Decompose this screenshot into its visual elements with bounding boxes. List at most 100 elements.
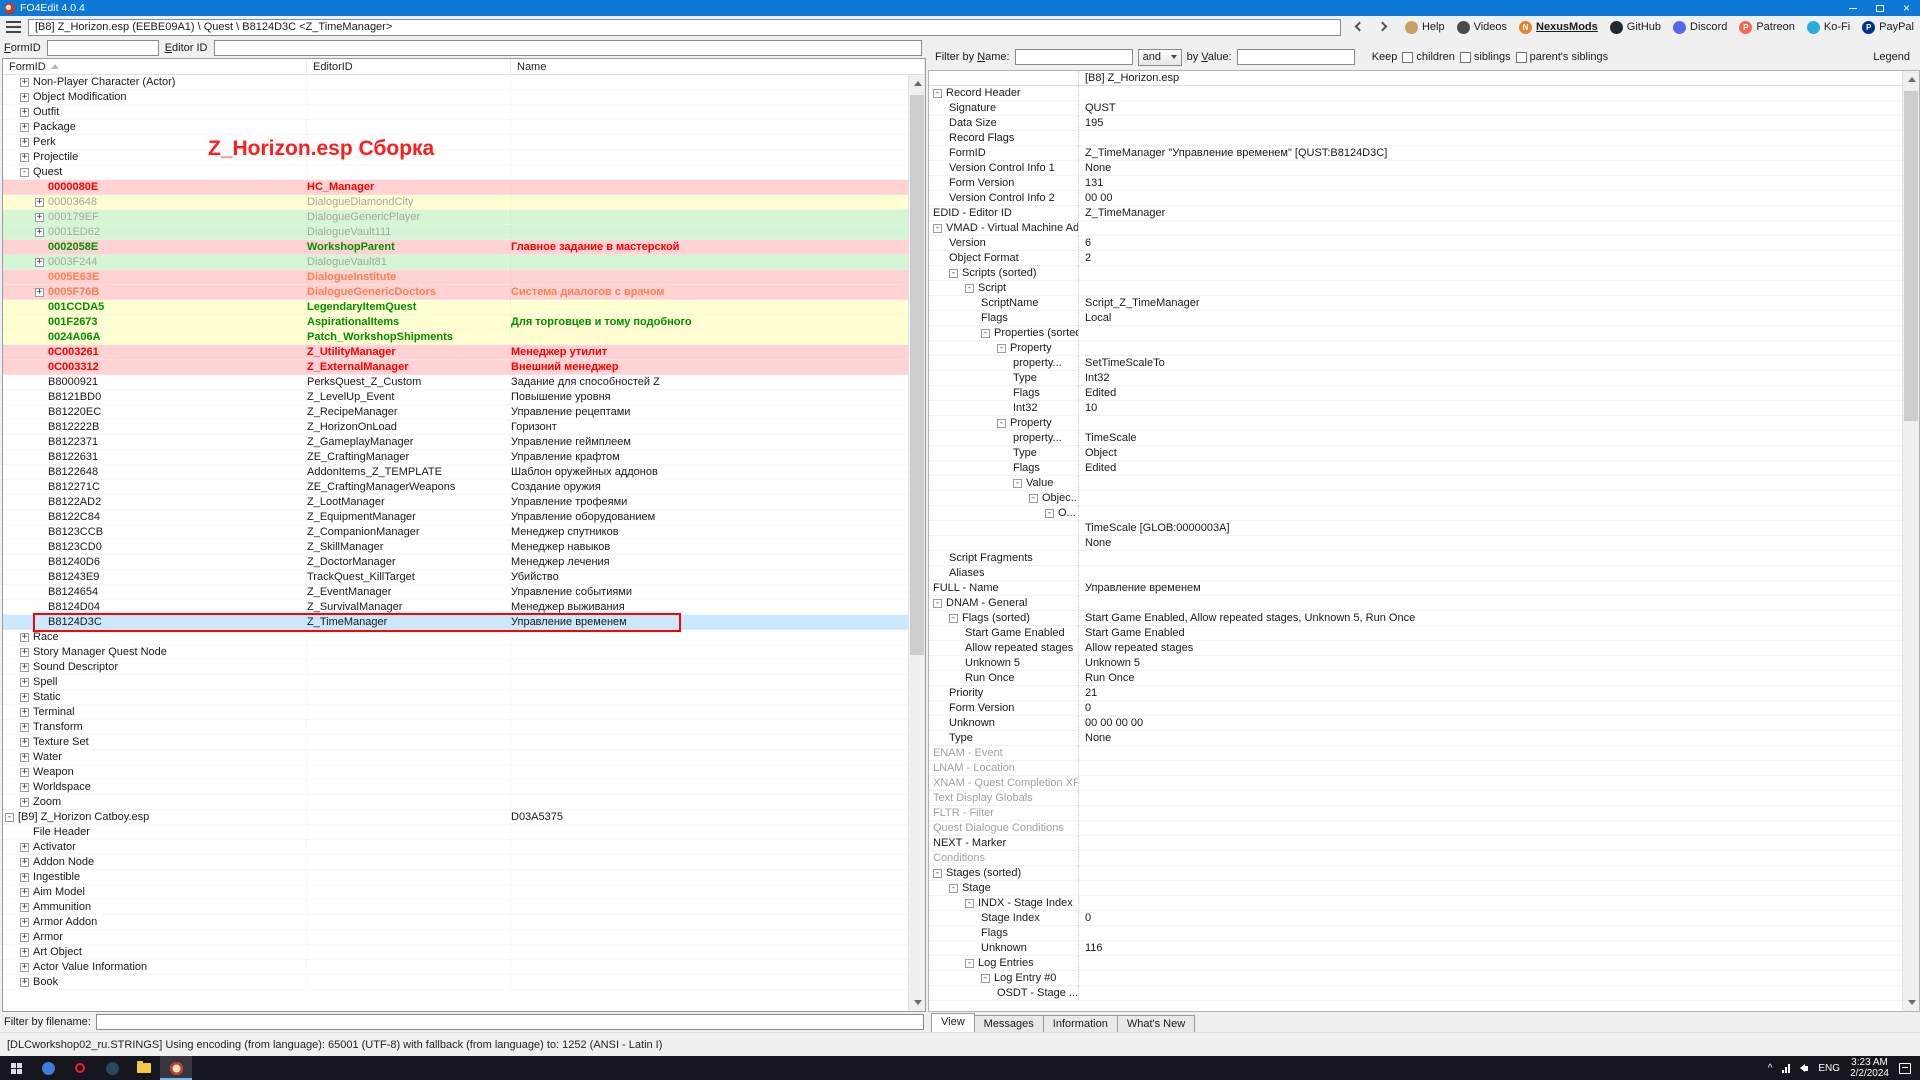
record-row[interactable]: Version Control Info 1None xyxy=(929,161,1902,176)
expand-icon[interactable]: + xyxy=(20,153,29,162)
expand-icon[interactable]: + xyxy=(20,858,29,867)
expand-icon[interactable]: + xyxy=(20,978,29,987)
expand-icon[interactable]: + xyxy=(35,198,44,207)
forward-button[interactable] xyxy=(1379,21,1386,33)
tree-group-row[interactable]: +Story Manager Quest Node xyxy=(3,645,908,660)
record-row[interactable]: NEXT - Marker xyxy=(929,836,1902,851)
tree-record-row[interactable]: 001F2673AspirationalItemsДля торговцев и… xyxy=(3,315,908,330)
tree-group-row[interactable]: +Outfit xyxy=(3,105,908,120)
expand-icon[interactable]: + xyxy=(35,288,44,297)
expand-icon[interactable]: + xyxy=(20,138,29,147)
record-row[interactable]: FlagsLocal xyxy=(929,311,1902,326)
expand-icon[interactable]: + xyxy=(20,663,29,672)
expand-icon[interactable]: + xyxy=(20,738,29,747)
tree-group-row[interactable]: File Header xyxy=(3,825,908,840)
tree-record-row[interactable]: B812222BZ_HorizonOnLoadГоризонт xyxy=(3,420,908,435)
record-row[interactable]: -Flags (sorted)Start Game Enabled, Allow… xyxy=(929,611,1902,626)
record-row[interactable]: Text Display Globals xyxy=(929,791,1902,806)
record-row[interactable]: Unknown00 00 00 00 xyxy=(929,716,1902,731)
record-row[interactable]: -DNAM - General xyxy=(929,596,1902,611)
expand-icon[interactable]: + xyxy=(20,903,29,912)
record-row[interactable]: -Script xyxy=(929,281,1902,296)
record-row[interactable]: TypeObject xyxy=(929,446,1902,461)
tree-record-row[interactable]: B8124654Z_EventManagerУправление события… xyxy=(3,585,908,600)
tree-group-row[interactable]: +Non-Player Character (Actor) xyxy=(3,75,908,90)
formid-input[interactable] xyxy=(47,40,159,56)
tree-group-row[interactable]: +Object Modification xyxy=(3,90,908,105)
collapse-icon[interactable]: - xyxy=(933,869,942,878)
record-row[interactable]: -Value xyxy=(929,476,1902,491)
parents-siblings-checkbox[interactable]: parent's siblings xyxy=(1516,51,1609,63)
collapse-icon[interactable]: - xyxy=(949,614,958,623)
collapse-icon[interactable]: - xyxy=(965,959,974,968)
record-row[interactable]: Unknown 5Unknown 5 xyxy=(929,656,1902,671)
tree-record-row[interactable]: B8122C84Z_EquipmentManagerУправление обо… xyxy=(3,510,908,525)
steam-icon[interactable] xyxy=(96,1056,128,1080)
record-row[interactable]: -INDX - Stage Index xyxy=(929,896,1902,911)
column-header-name[interactable]: Name xyxy=(511,59,925,74)
siblings-checkbox[interactable]: siblings xyxy=(1460,51,1511,63)
expand-icon[interactable]: + xyxy=(35,258,44,267)
tree-record-row[interactable]: B81220ECZ_RecipeManagerУправление рецепт… xyxy=(3,405,908,420)
tree-group-row[interactable]: +Aim Model xyxy=(3,885,908,900)
collapse-icon[interactable]: - xyxy=(965,899,974,908)
expand-icon[interactable]: + xyxy=(20,678,29,687)
tree-group-row[interactable]: +Art Object xyxy=(3,945,908,960)
tree-group-row[interactable]: +Texture Set xyxy=(3,735,908,750)
tree-record-row[interactable]: 0C003261Z_UtilityManagerМенеджер утилит xyxy=(3,345,908,360)
record-row[interactable]: FULL - NameУправление временем xyxy=(929,581,1902,596)
back-button[interactable] xyxy=(1356,21,1363,33)
tree-record-row[interactable]: 0024A06APatch_WorkshopShipments xyxy=(3,330,908,345)
column-header-formid[interactable]: FormID xyxy=(3,59,307,74)
tree-record-row[interactable]: 0005E63EDialogueInstitute xyxy=(3,270,908,285)
expand-icon[interactable]: + xyxy=(20,753,29,762)
tree-record-row[interactable]: B8122648AddonItems_Z_TEMPLATEШаблон оруж… xyxy=(3,465,908,480)
record-row[interactable]: TypeInt32 xyxy=(929,371,1902,386)
record-row[interactable]: Unknown116 xyxy=(929,941,1902,956)
record-row[interactable]: Aliases xyxy=(929,566,1902,581)
expand-icon[interactable]: + xyxy=(20,933,29,942)
tree-group-row[interactable]: +Projectile xyxy=(3,150,908,165)
expand-icon[interactable]: + xyxy=(20,783,29,792)
tree-group-row[interactable]: +Spell xyxy=(3,675,908,690)
tree-group-row[interactable]: +Addon Node xyxy=(3,855,908,870)
record-row[interactable]: Version Control Info 200 00 xyxy=(929,191,1902,206)
taskbar-clock[interactable]: 3:23 AM 2/2/2024 xyxy=(1850,1057,1889,1079)
tree-group-row[interactable]: +Worldspace xyxy=(3,780,908,795)
expand-icon[interactable]: + xyxy=(20,918,29,927)
record-row[interactable]: EDID - Editor IDZ_TimeManager xyxy=(929,206,1902,221)
tree-record-row[interactable]: B81243E9TrackQuest_KillTargetУбийство xyxy=(3,570,908,585)
record-row[interactable]: Quest Dialogue Conditions xyxy=(929,821,1902,836)
record-row[interactable]: -Record Header xyxy=(929,86,1902,101)
expand-icon[interactable]: + xyxy=(20,948,29,957)
record-row[interactable]: -Stages (sorted) xyxy=(929,866,1902,881)
tree-record-row[interactable]: +0001ED62DialogueVault111 xyxy=(3,225,908,240)
tree-record-row[interactable]: 001CCDA5LegendaryItemQuest xyxy=(3,300,908,315)
record-row[interactable]: None xyxy=(929,536,1902,551)
record-row[interactable]: Run OnceRun Once xyxy=(929,671,1902,686)
record-row[interactable]: -Objec... xyxy=(929,491,1902,506)
tree-scrollbar[interactable] xyxy=(908,75,925,1011)
tree-group-row[interactable]: +Activator xyxy=(3,840,908,855)
collapse-icon[interactable]: - xyxy=(5,813,14,822)
record-row[interactable]: Allow repeated stagesAllow repeated stag… xyxy=(929,641,1902,656)
record-row[interactable]: XNAM - Quest Completion XP xyxy=(929,776,1902,791)
filter-value-input[interactable] xyxy=(1237,49,1355,65)
collapse-icon[interactable]: - xyxy=(20,168,29,177)
record-row[interactable]: Stage Index0 xyxy=(929,911,1902,926)
record-row[interactable]: Object Format2 xyxy=(929,251,1902,266)
record-row[interactable]: Flags xyxy=(929,926,1902,941)
record-row[interactable]: Start Game EnabledStart Game Enabled xyxy=(929,626,1902,641)
record-row[interactable]: -VMAD - Virtual Machine Ada... xyxy=(929,221,1902,236)
tree-group-row[interactable]: +Perk xyxy=(3,135,908,150)
expand-icon[interactable]: + xyxy=(20,723,29,732)
minimize-button[interactable] xyxy=(1839,0,1866,16)
folder-icon[interactable] xyxy=(128,1056,160,1080)
record-row[interactable]: ScriptNameScript_Z_TimeManager xyxy=(929,296,1902,311)
expand-icon[interactable]: + xyxy=(20,963,29,972)
expand-icon[interactable]: + xyxy=(20,708,29,717)
record-row[interactable]: Int3210 xyxy=(929,401,1902,416)
record-row[interactable]: property...SetTimeScaleTo xyxy=(929,356,1902,371)
tree-record-row[interactable]: B8121BD0Z_LevelUp_EventПовышение уровня xyxy=(3,390,908,405)
tree-group-row[interactable]: +Transform xyxy=(3,720,908,735)
